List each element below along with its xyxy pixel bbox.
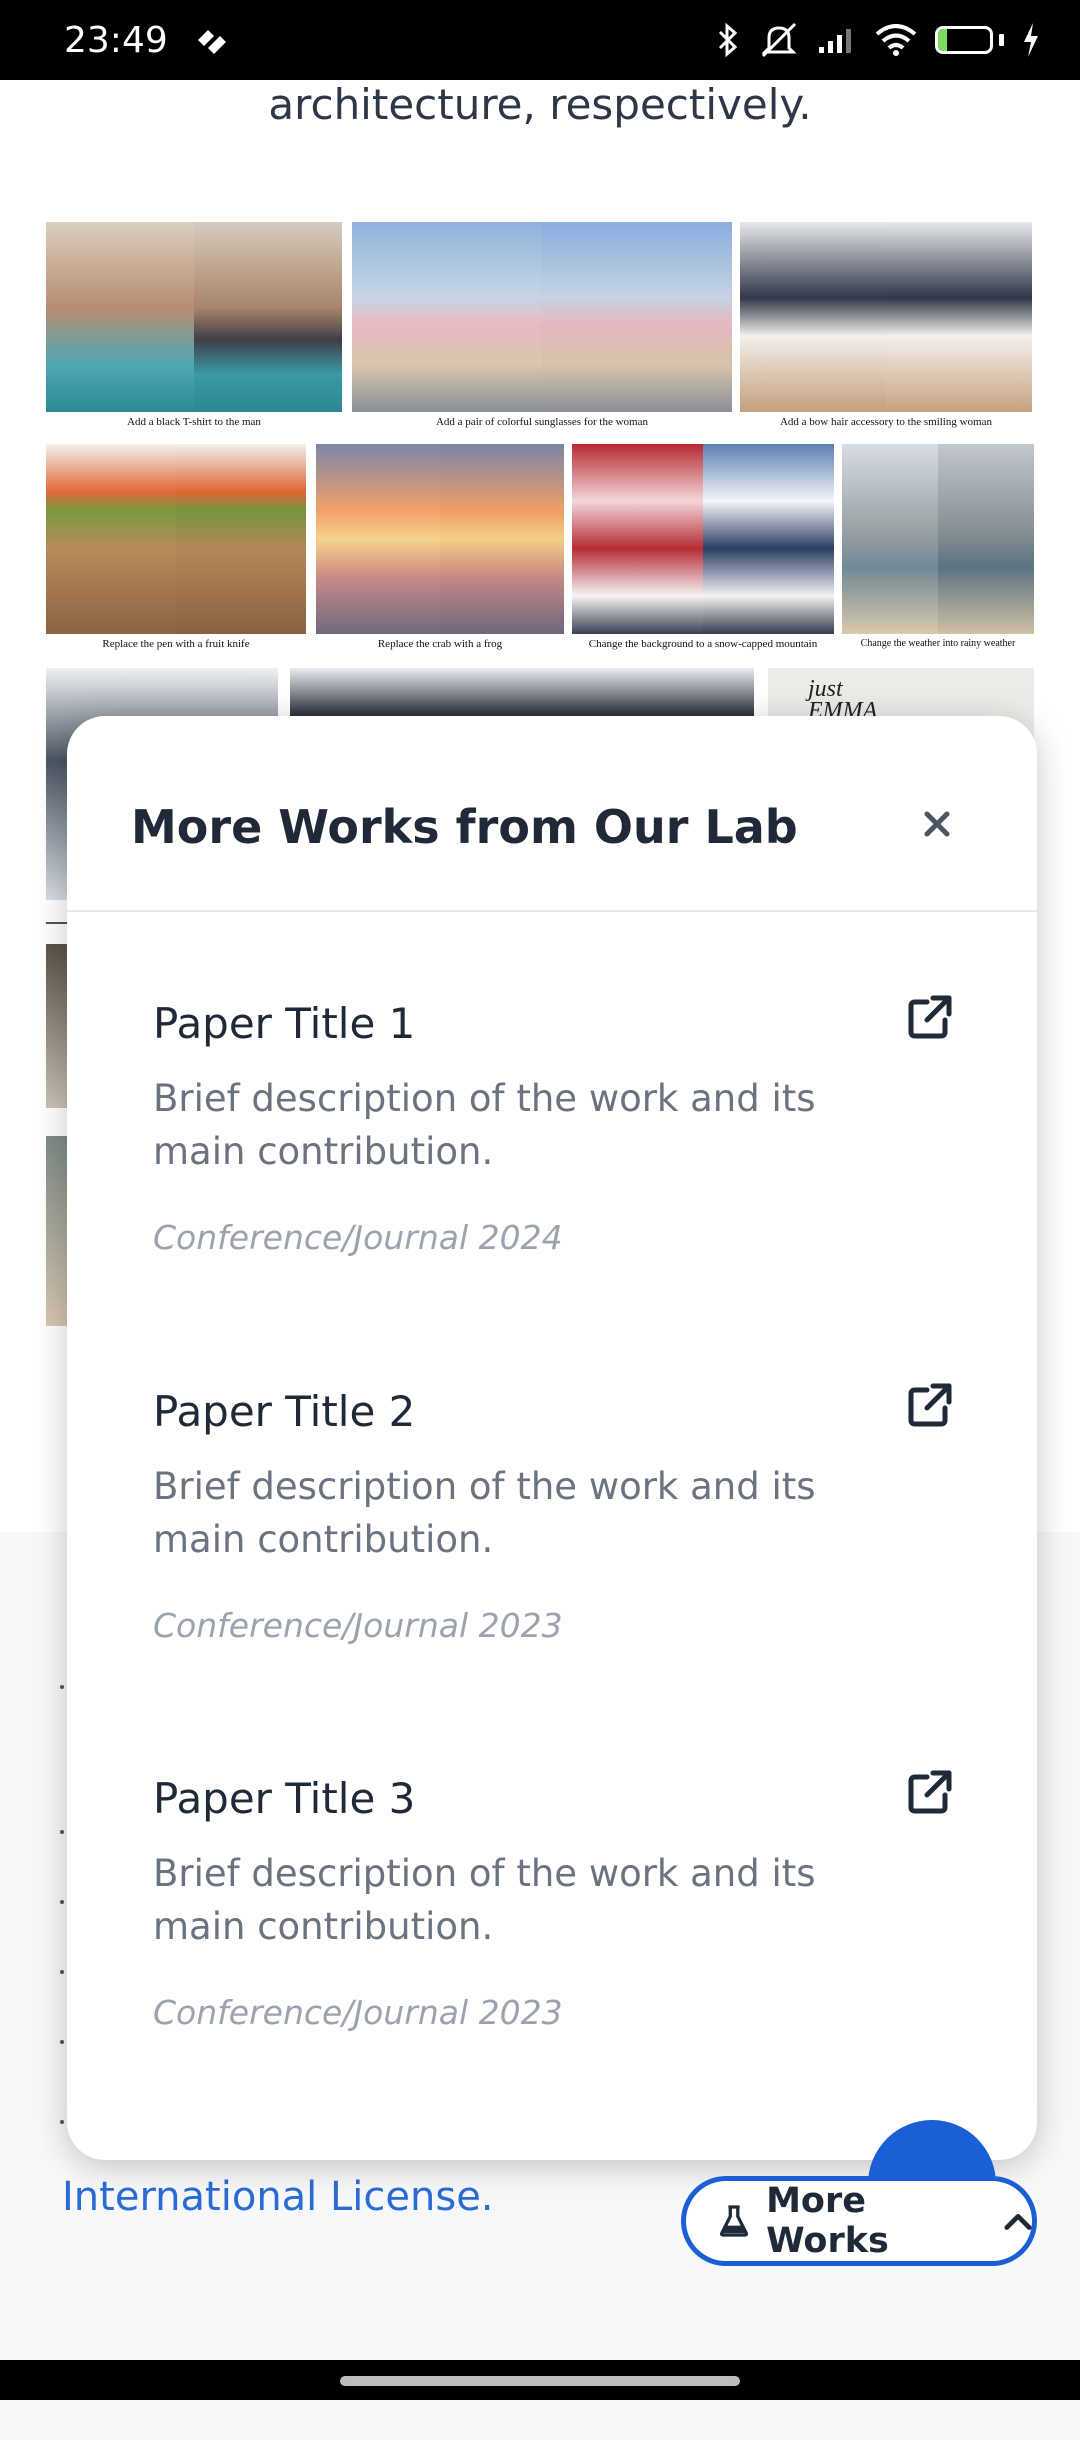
close-button[interactable] — [915, 802, 959, 846]
gallery-caption: Change the background to a snow-capped m… — [588, 638, 818, 650]
app-notification-icon — [197, 30, 226, 54]
signal-icon — [819, 29, 851, 53]
work-description: Brief description of the work and its ma… — [153, 1465, 816, 1561]
work-description: Brief description of the work and its ma… — [153, 1852, 816, 1948]
work-item[interactable]: Paper Title 2 Brief description of the w… — [153, 1386, 953, 1645]
gallery-image — [352, 222, 732, 412]
flask-icon — [720, 2205, 749, 2237]
gallery-image — [740, 222, 1032, 412]
work-item[interactable]: Paper Title 1 Brief description of the w… — [153, 998, 953, 1257]
close-icon — [924, 811, 950, 837]
work-title[interactable]: Paper Title 1 — [153, 998, 953, 1050]
status-bar: 23:49 17 — [0, 0, 1080, 80]
more-works-label: More Works — [766, 2181, 889, 2261]
gallery-caption: Replace the pen with a fruit knife — [102, 638, 250, 650]
gallery-image — [572, 444, 834, 634]
modal-header: More Works from Our Lab — [67, 716, 1037, 912]
external-link-icon[interactable] — [907, 1382, 953, 1428]
modal-title: More Works from Our Lab — [131, 800, 798, 854]
gallery-image — [46, 222, 342, 412]
gallery-image — [842, 444, 1034, 634]
external-link-icon[interactable] — [907, 1769, 953, 1815]
gallery-caption: Add a bow hair accessory to the smiling … — [779, 416, 992, 428]
battery-icon: 17 — [935, 26, 1004, 54]
work-description: Brief description of the work and its ma… — [153, 1077, 816, 1173]
gallery-caption: Add a pair of colorful sunglasses for th… — [435, 416, 648, 428]
charging-icon — [1024, 23, 1038, 57]
work-item[interactable]: Paper Title 3 Brief description of the w… — [153, 1773, 953, 2032]
status-time: 23:49 — [64, 19, 168, 61]
more-works-button[interactable]: More Works — [681, 2176, 1037, 2266]
chevron-up-icon — [1004, 2213, 1032, 2230]
bluetooth-icon — [718, 22, 738, 58]
mute-icon — [761, 22, 797, 58]
gallery-caption: Replace the crab with a frog — [377, 638, 503, 650]
external-link-icon[interactable] — [907, 994, 953, 1040]
license-link[interactable]: International License. — [62, 2174, 494, 2220]
work-venue: Conference/Journal 2023 — [153, 1606, 563, 1645]
home-indicator[interactable] — [340, 2376, 740, 2386]
gallery-caption: Change the weather into rainy weather — [860, 638, 1016, 649]
gallery-image — [316, 444, 564, 634]
more-works-modal: More Works from Our Lab Paper Title 1 Br… — [67, 716, 1037, 2160]
section-text: architecture, respectively. — [268, 80, 812, 129]
wifi-icon — [875, 24, 917, 56]
work-venue: Conference/Journal 2024 — [153, 1218, 563, 1257]
gallery-caption: Add a black T-shirt to the man — [127, 416, 261, 428]
work-title[interactable]: Paper Title 3 — [153, 1773, 953, 1825]
work-venue: Conference/Journal 2023 — [153, 1993, 563, 2032]
battery-level: 17 — [950, 28, 978, 52]
work-title[interactable]: Paper Title 2 — [153, 1386, 953, 1438]
navigation-bar — [0, 2360, 1080, 2400]
gallery-image — [46, 444, 306, 634]
